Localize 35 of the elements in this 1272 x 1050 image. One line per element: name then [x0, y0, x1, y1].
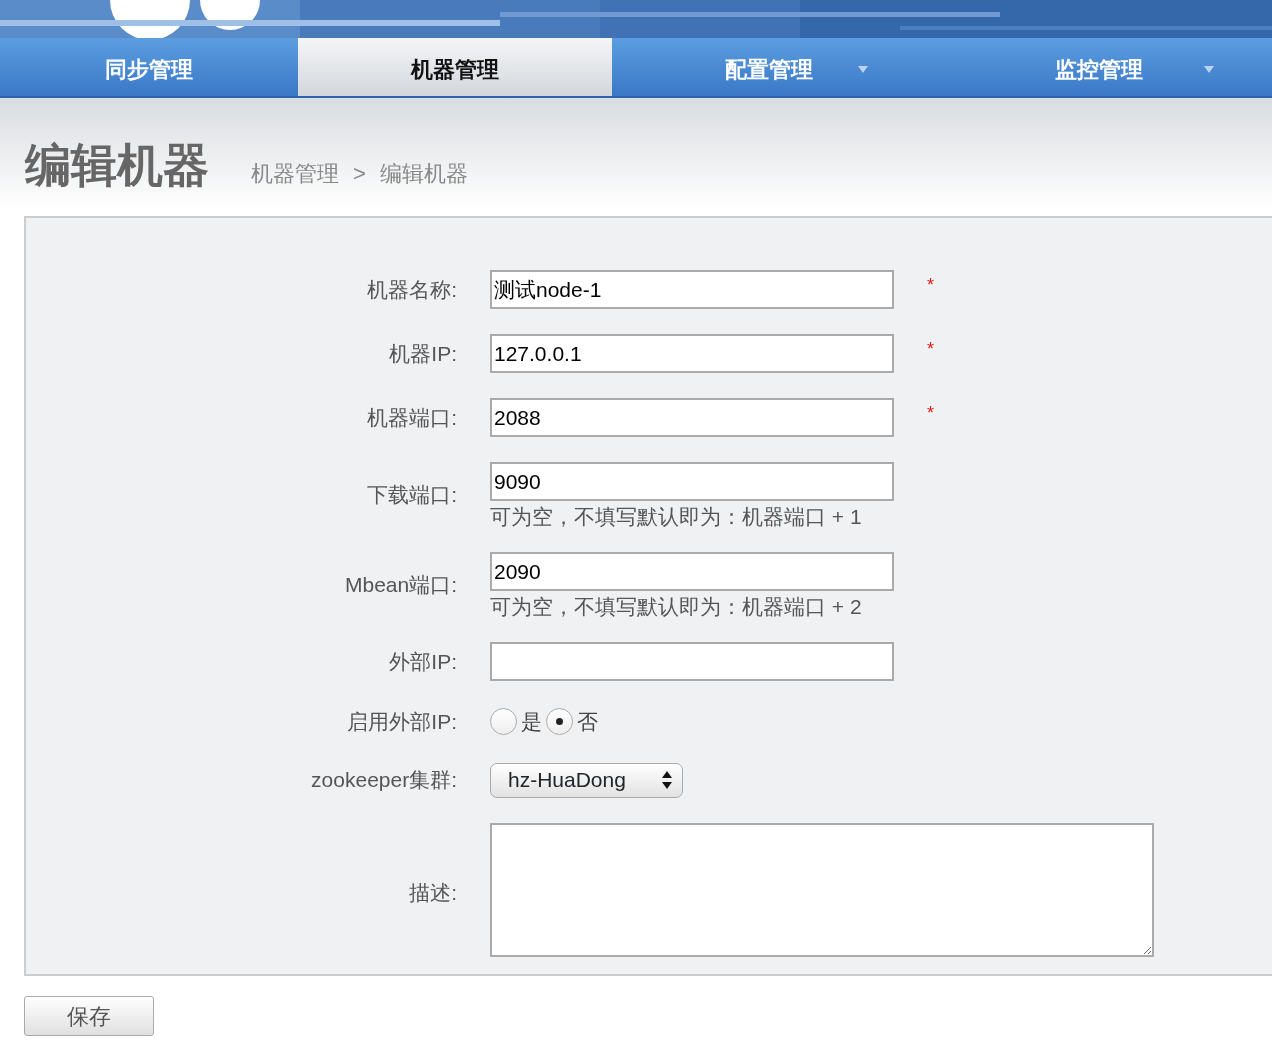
radio-button[interactable] — [490, 708, 517, 736]
updown-arrows-icon — [662, 770, 672, 790]
field-label: zookeeper集群: — [310, 767, 457, 794]
breadcrumb-separator: > — [353, 160, 366, 188]
required-mark: * — [927, 402, 935, 425]
required-mark: * — [927, 274, 935, 297]
input-field[interactable]: 127.0.0.1 — [490, 334, 894, 373]
input-field[interactable]: 9090 — [490, 462, 894, 501]
save-button[interactable]: 保存 — [24, 996, 154, 1036]
nav-tab[interactable]: 配置管理 — [612, 38, 926, 96]
field-hint: 可为空，不填写默认即为：机器端口 + 1 — [490, 506, 863, 527]
page-title: 编辑机器 — [25, 142, 209, 188]
radio-button[interactable] — [546, 708, 573, 736]
radio-label: 是 — [521, 709, 542, 735]
input-field[interactable] — [490, 642, 894, 681]
select-field[interactable]: hz-HuaDong — [490, 762, 683, 798]
field-label: 启用外部IP: — [346, 709, 457, 735]
textarea-field[interactable] — [490, 822, 1154, 957]
breadcrumb-current: 编辑机器 — [379, 160, 468, 188]
field-label: 外部IP: — [388, 648, 457, 675]
nav-tab[interactable]: 机器管理 — [298, 38, 612, 96]
field-label: 描述: — [408, 880, 457, 907]
field-label: 机器IP: — [388, 340, 457, 367]
field-label: 机器名称: — [366, 276, 457, 303]
field-label: 机器端口: — [366, 404, 457, 431]
nav-tab[interactable]: 同步管理 — [0, 38, 298, 96]
required-mark: * — [927, 338, 935, 361]
input-field[interactable]: 2088 — [490, 398, 894, 437]
input-field[interactable]: 测试node-1 — [490, 270, 894, 309]
input-field[interactable]: 2090 — [490, 552, 894, 591]
field-hint: 可为空，不填写默认即为：机器端口 + 2 — [490, 596, 863, 617]
radio-label: 否 — [577, 709, 598, 735]
field-label: 下载端口: — [366, 481, 457, 508]
nav-tab[interactable]: 监控管理 — [926, 38, 1272, 96]
field-label: Mbean端口: — [343, 571, 457, 598]
